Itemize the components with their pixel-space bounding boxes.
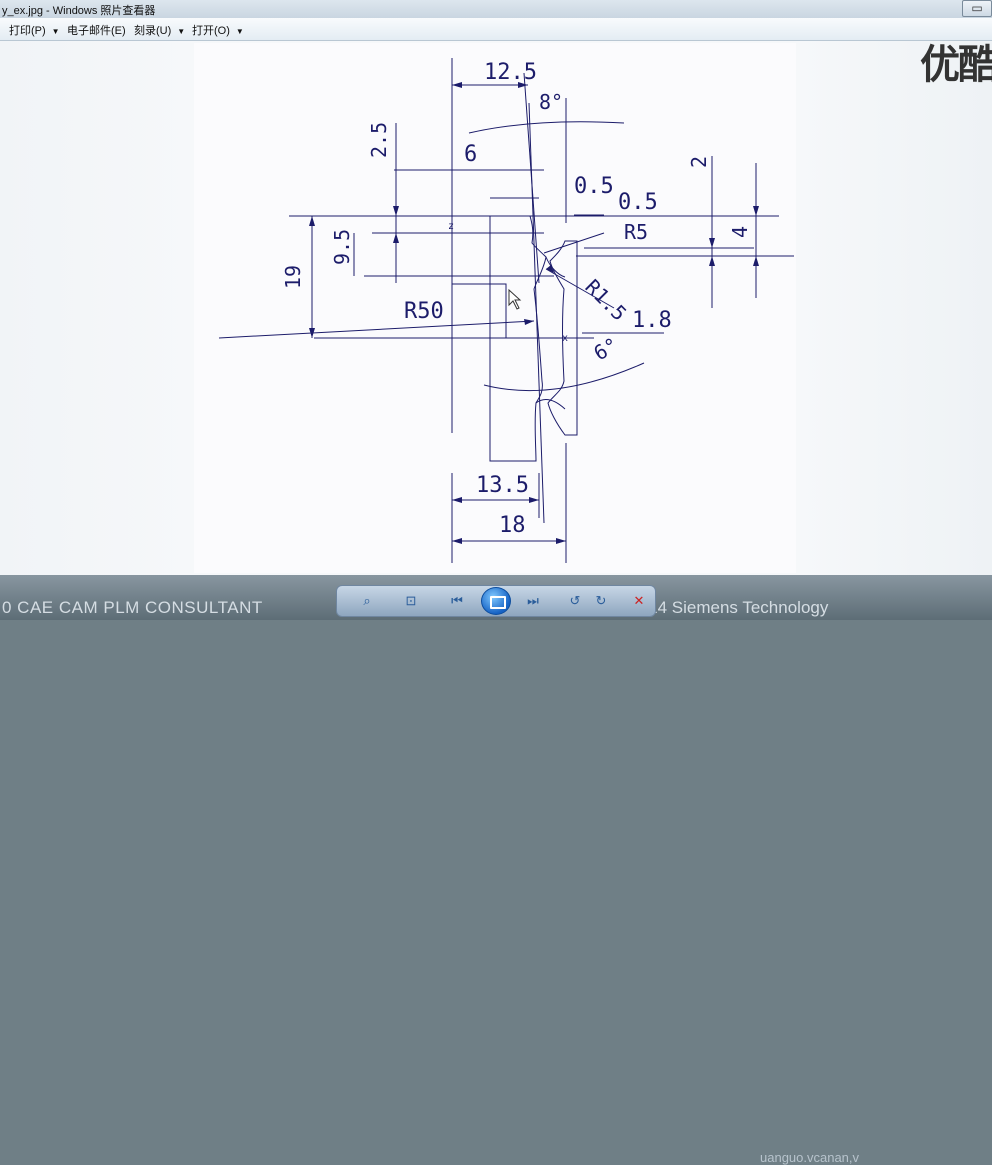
dim-2: 2 <box>687 156 711 168</box>
dim-4: 4 <box>728 226 752 238</box>
watermark-text: 优酷 <box>920 43 992 87</box>
dim-6: 6 <box>464 142 477 167</box>
window-title: y_ex.jpg - Windows 照片查看器 <box>2 5 156 17</box>
dim-13-5: 13.5 <box>476 473 529 498</box>
chevron-down-icon: ▼ <box>235 27 244 36</box>
menu-print[interactable]: 打印(P) ▼ <box>9 22 60 38</box>
actual-size-icon: ⊡ <box>405 593 417 608</box>
overlay-left-text: 0 CAE CAM PLM CONSULTANT <box>2 598 263 617</box>
dim-0-5b: 0.5 <box>618 190 658 215</box>
menu-email-label: 电子邮件(E) <box>67 25 126 37</box>
title-bar: y_ex.jpg - Windows 照片查看器 ▭ <box>0 0 992 18</box>
dim-18: 18 <box>499 513 526 538</box>
slideshow-button[interactable] <box>481 587 511 615</box>
dim-6-deg: 6° <box>590 332 623 365</box>
dim-9-5: 9.5 <box>330 229 354 265</box>
delete-button[interactable]: ✕ <box>629 592 649 610</box>
chevron-down-icon: ▼ <box>177 27 186 36</box>
previous-icon: ⏮ <box>451 593 463 608</box>
menu-open[interactable]: 打开(O) ▼ <box>192 22 244 38</box>
rotate-counterclockwise-icon: ↺ <box>569 593 581 608</box>
dim-r50: R50 <box>404 299 444 324</box>
menu-burn-label: 刻录(U) <box>134 25 172 37</box>
dim-2-5: 2.5 <box>367 122 391 158</box>
dim-8-deg: 8° <box>539 90 563 114</box>
dim-12-5: 12.5 <box>484 60 537 85</box>
dim-0-5a: 0.5 <box>574 174 614 199</box>
zoom-icon: ⌕ <box>363 593 371 608</box>
technical-drawing: 12.5 8° 2.5 6 0.5 0.5 2 4 R5 19 9.5 R1.5… <box>218 58 794 563</box>
chevron-down-icon: ▼ <box>51 27 60 36</box>
menu-bar: 打印(P) ▼ 电子邮件(E) 刻录(U) ▼ 打开(O) ▼ <box>0 18 992 41</box>
close-window-button[interactable]: ▭ <box>962 0 992 17</box>
drawing-image: 12.5 8° 2.5 6 0.5 0.5 2 4 R5 19 9.5 R1.5… <box>194 43 796 573</box>
dim-r5: R5 <box>624 220 648 244</box>
dim-19: 19 <box>281 265 305 289</box>
mouse-cursor-icon <box>508 288 522 310</box>
next-button[interactable]: ⏭ <box>523 592 543 610</box>
rotate-clockwise-button[interactable]: ↻ <box>591 592 611 610</box>
axis-x-label: x <box>562 333 568 344</box>
dim-r1-5: R1.5 <box>580 275 631 326</box>
overlay-top-text: uanguo.vcanan,v <box>760 1150 860 1165</box>
delete-icon: ✕ <box>633 593 645 608</box>
viewer-controls: ⌕ ⊡ ⏮ ⏭ ↺ ↻ ✕ <box>336 585 656 617</box>
axis-z-label: z <box>448 221 454 232</box>
rotate-counterclockwise-button[interactable]: ↺ <box>565 592 585 610</box>
previous-button[interactable]: ⏮ <box>447 592 467 610</box>
dim-1-8: 1.8 <box>632 308 672 333</box>
rotate-clockwise-icon: ↻ <box>595 593 607 608</box>
zoom-button[interactable]: ⌕ <box>357 592 377 610</box>
menu-email[interactable]: 电子邮件(E) <box>67 22 126 38</box>
menu-print-label: 打印(P) <box>9 25 46 37</box>
actual-size-button[interactable]: ⊡ <box>401 592 421 610</box>
menu-open-label: 打开(O) <box>192 25 230 37</box>
menu-burn[interactable]: 刻录(U) ▼ <box>134 22 185 38</box>
close-icon: ▭ <box>971 1 983 15</box>
next-icon: ⏭ <box>527 593 539 608</box>
